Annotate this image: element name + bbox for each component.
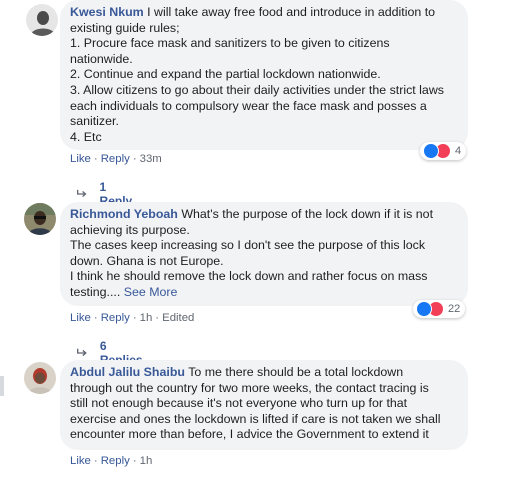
comment-text-line: existing guide rules;	[70, 20, 180, 35]
comment-actions: Like · Reply · 1h · Edited	[70, 312, 195, 324]
comment-bubble: Abdul Jalilu Shaibu To me there should b…	[60, 360, 468, 450]
reaction-count: 4	[455, 145, 462, 157]
comment-actions: Like · Reply · 1h	[70, 455, 153, 467]
reply-arrow-icon	[76, 189, 87, 197]
comment-text-line: The cases keep increasing so I don't see…	[70, 238, 426, 253]
comment-timestamp[interactable]: 1h	[140, 312, 153, 324]
comment-text-line: testing....	[70, 284, 121, 299]
comment-text-line: 3. Allow citizens to go about their dail…	[70, 82, 444, 97]
comment-timestamp[interactable]: 33m	[140, 153, 162, 165]
like-button[interactable]: Like	[70, 153, 91, 165]
reaction-summary[interactable]: 22	[413, 300, 466, 318]
comment-text-line: I think he should remove the lock down a…	[70, 269, 428, 284]
comment-text-line: nationwide.	[70, 51, 133, 66]
comment-text-line: encounter more than before, I advice the…	[70, 427, 429, 442]
comment-text-line: achieving its purpose.	[70, 222, 190, 237]
like-button[interactable]: Like	[70, 312, 91, 324]
reply-arrow-icon	[77, 348, 87, 357]
comment-actions: Like · Reply · 33m	[70, 153, 162, 165]
avatar[interactable]	[24, 203, 56, 235]
comment-bubble: Richmond Yeboah What's the purpose of th…	[60, 202, 468, 306]
scroll-edge-marker	[0, 376, 4, 396]
comment-text-line: What's the purpose of the lock down if i…	[181, 207, 434, 221]
comment-text-line: 1. Procure face mask and sanitizers to b…	[70, 36, 390, 51]
avatar[interactable]	[24, 362, 56, 394]
avatar[interactable]	[26, 4, 58, 36]
comment-text-line: sanitizer.	[70, 114, 119, 129]
comment-author[interactable]: Kwesi Nkum	[70, 5, 144, 19]
like-button[interactable]: Like	[70, 455, 91, 467]
comment-text-line: down. Ghana is not Europe.	[70, 253, 224, 268]
reply-button[interactable]: Reply	[101, 153, 130, 165]
reply-button[interactable]: Reply	[101, 455, 130, 467]
comment-author[interactable]: Abdul Jalilu Shaibu	[70, 365, 185, 379]
comment-author[interactable]: Richmond Yeboah	[70, 207, 178, 221]
see-more-link[interactable]: See More	[124, 285, 178, 299]
reaction-summary[interactable]: 4	[420, 142, 467, 160]
comment-text-line: exercise and ones the lockdown is lifted…	[70, 411, 441, 426]
comment-text-line: still not enough because it's not everyo…	[70, 396, 408, 411]
reaction-count: 22	[448, 303, 461, 315]
comment-text-line: I will take away free food and introduce…	[147, 5, 436, 19]
comment-text-line: To me there should be a total lockdown	[188, 365, 404, 379]
comment-text-line: 2. Continue and expand the partial lockd…	[70, 67, 381, 82]
comment-text-line: each individuals to compulsory wear the …	[70, 98, 427, 113]
comment-text-line: through out the country for two more wee…	[70, 380, 429, 395]
comment-text-line: 4. Etc	[70, 129, 102, 144]
reply-button[interactable]: Reply	[101, 312, 130, 324]
comment-timestamp[interactable]: 1h	[140, 455, 153, 467]
edited-label[interactable]: Edited	[162, 312, 194, 324]
like-reaction-icon	[416, 301, 432, 317]
like-reaction-icon	[423, 143, 439, 159]
comment-bubble: Kwesi Nkum I will take away free food an…	[60, 0, 468, 150]
